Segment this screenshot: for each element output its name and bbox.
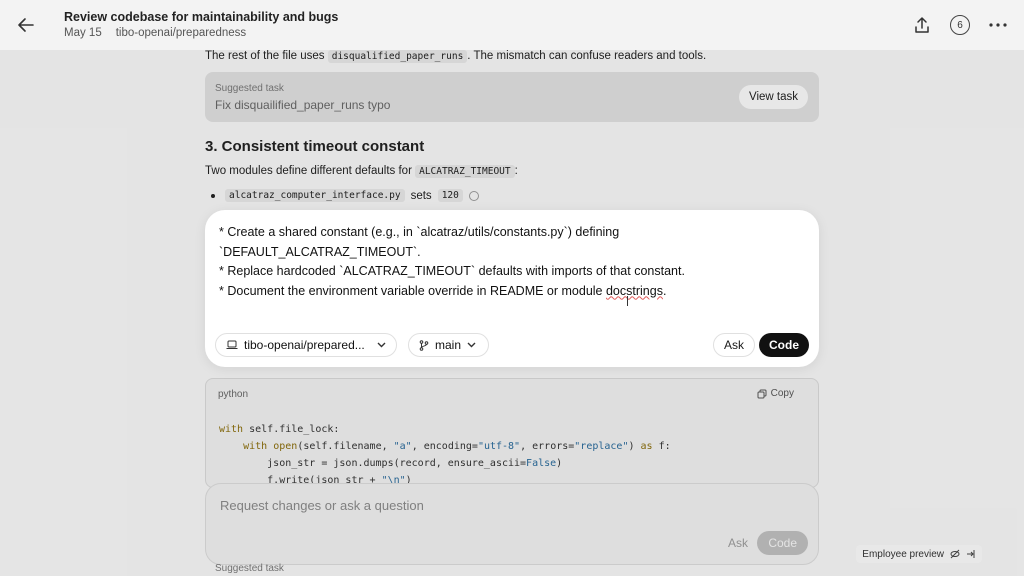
header: Review codebase for maintainability and … — [0, 0, 1024, 50]
copy-button[interactable]: Copy — [757, 388, 794, 399]
paragraph-text: The rest of the file uses — [205, 50, 328, 62]
paragraph-text: . The mismatch can confuse readers and t… — [467, 50, 707, 62]
composer[interactable]: Request changes or ask a question Ask Co… — [205, 483, 819, 565]
paragraph-1: The rest of the file uses disqualified_p… — [205, 50, 819, 63]
suggested-task-label: Suggested task — [215, 83, 284, 94]
more-button[interactable] — [987, 14, 1009, 36]
inline-code: ALCATRAZ_TIMEOUT — [415, 165, 515, 178]
chevron-down-icon — [377, 342, 386, 348]
prompt-line: * Create a shared constant (e.g., in `al… — [219, 225, 620, 239]
task-repo: tibo-openai/preparedness — [115, 27, 247, 39]
copy-icon — [757, 389, 767, 398]
eye-off-icon — [950, 549, 960, 559]
text-cursor-icon — [627, 296, 633, 306]
bullet-dot — [211, 193, 215, 198]
chevron-down-icon — [467, 342, 476, 348]
arrow-left-icon — [18, 18, 34, 32]
employee-preview-label: Employee preview — [862, 548, 944, 560]
task-title: Review codebase for maintainability and … — [64, 10, 339, 24]
prompt-line: * Document the environment variable over… — [219, 282, 799, 302]
prompt-line: * Replace hardcoded `ALCATRAZ_TIMEOUT` d… — [219, 264, 685, 278]
suggested-task-title: Fix disquailified_paper_runs typo — [215, 98, 391, 112]
copy-label: Copy — [770, 388, 794, 399]
employee-preview-badge[interactable]: Employee preview — [856, 545, 982, 563]
prompt-line-text: . — [662, 283, 667, 298]
share-icon — [915, 17, 929, 33]
back-button[interactable] — [14, 13, 38, 37]
section-heading: 3. Consistent timeout constant — [205, 138, 425, 155]
branch-selector-label: main — [435, 338, 462, 352]
misspelled-word: docstrings — [605, 283, 663, 298]
share-button[interactable] — [911, 14, 933, 36]
paragraph-2: Two modules define different defaults fo… — [205, 165, 819, 178]
repo-selector[interactable]: tibo-openai/prepared... — [215, 333, 397, 357]
more-horizontal-icon — [989, 23, 1007, 27]
prompt-line-text: * Document the environment variable over… — [219, 283, 606, 298]
view-task-button[interactable]: View task — [738, 85, 808, 109]
prompt-modal: * Create a shared constant (e.g., in `al… — [205, 210, 819, 367]
code-button[interactable]: Code — [759, 333, 809, 357]
list-item-text: sets — [410, 189, 432, 202]
version-count-badge: 6 — [950, 15, 970, 35]
code-content: with self.file_lock: with open(self.file… — [219, 424, 671, 486]
ask-button[interactable]: Ask — [712, 333, 755, 357]
inline-code: alcatraz_computer_interface.py — [225, 189, 405, 202]
laptop-icon — [226, 340, 238, 349]
inline-code: 120 — [437, 189, 463, 202]
composer-input[interactable]: Request changes or ask a question — [220, 498, 424, 513]
code-language: python — [218, 389, 249, 400]
suggested-task-card[interactable]: Suggested task Fix disquailified_paper_r… — [205, 72, 819, 122]
inline-code: disqualified_paper_runs — [327, 50, 468, 63]
prompt-textarea[interactable]: * Create a shared constant (e.g., in `al… — [219, 223, 799, 301]
list-item: alcatraz_computer_interface.py sets 120 — [211, 189, 825, 202]
versions-button[interactable]: 6 — [949, 14, 971, 36]
task-meta: May 15 tibo-openai/preparedness — [64, 27, 246, 39]
paragraph-text: Two modules define different defaults fo… — [205, 165, 416, 177]
composer-ask-button[interactable]: Ask — [718, 532, 758, 554]
branch-selector[interactable]: main — [408, 333, 489, 357]
prompt-line: `DEFAULT_ALCATRAZ_TIMEOUT`. — [219, 244, 421, 259]
composer-code-button[interactable]: Code — [757, 531, 808, 555]
code-block: python Copy with self.file_lock: with op… — [205, 378, 819, 488]
task-date: May 15 — [64, 27, 102, 39]
suggested-task-label-2: Suggested task — [215, 563, 284, 574]
branch-icon — [419, 339, 429, 351]
repo-selector-label: tibo-openai/prepared... — [244, 338, 365, 352]
info-icon — [468, 190, 479, 201]
paragraph-text: : — [514, 165, 518, 177]
exit-icon — [967, 550, 975, 558]
